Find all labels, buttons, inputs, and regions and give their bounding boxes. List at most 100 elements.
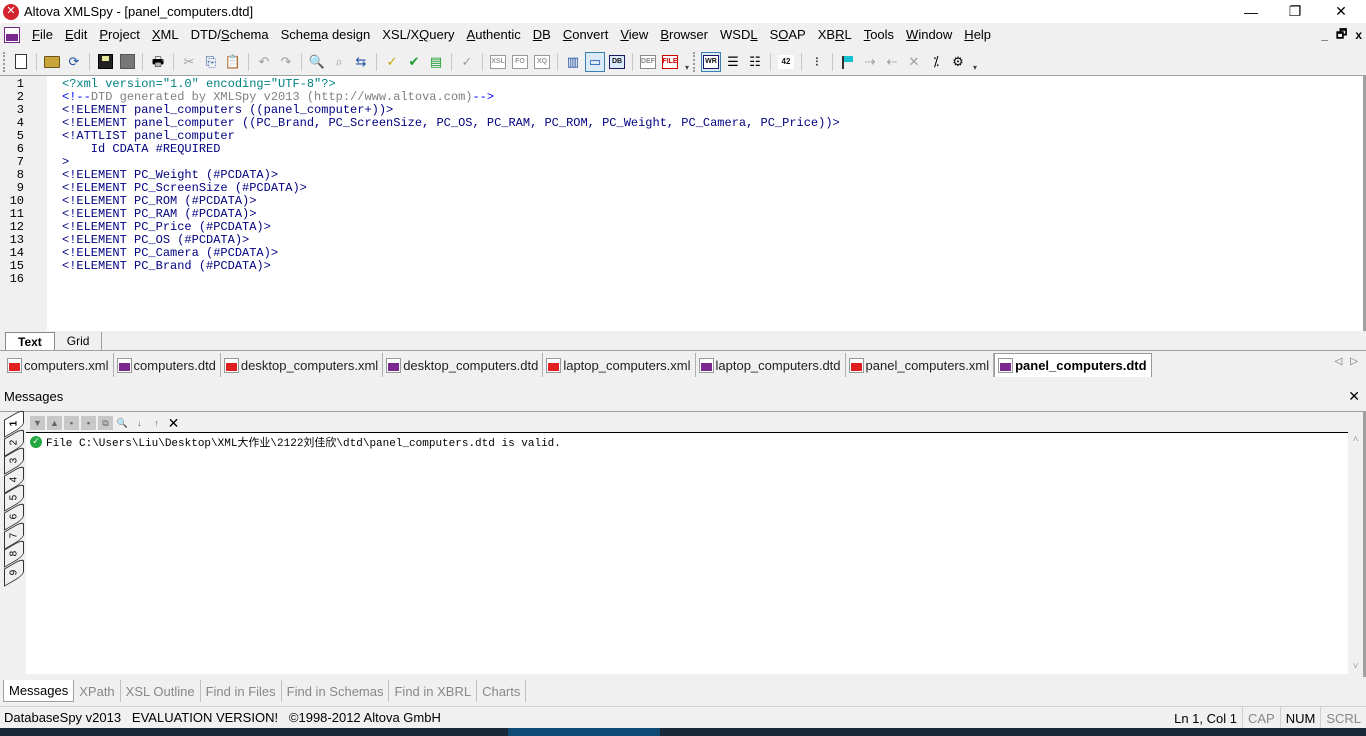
toolbar-grip[interactable] [693,51,696,72]
xquery-button[interactable]: XQ [532,52,552,72]
find-next-message-button[interactable]: ↓ [132,416,147,430]
document-tab[interactable]: desktop_computers.xml [221,353,384,377]
fo-transform-button[interactable]: FO [510,52,530,72]
menu-file[interactable]: File [26,23,59,47]
tab-messages[interactable]: Messages [3,680,75,702]
copy-all-messages-button[interactable]: ▪ [81,416,96,430]
indent-button[interactable]: ☰ [723,52,743,72]
clear-messages-button[interactable]: ✕ [166,415,181,431]
menu-db[interactable]: DB [527,23,557,47]
def-button[interactable]: DEF [638,52,658,72]
menu-convert[interactable]: Convert [557,23,615,47]
tab-grid-view[interactable]: Grid [55,332,103,350]
menu-edit[interactable]: Edit [59,23,93,47]
menu-dtd-schema[interactable]: DTD/Schema [185,23,275,47]
find-in-messages-button[interactable]: 🔍 [115,416,130,430]
messages-close-button[interactable]: ✕ [1348,388,1360,405]
document-tab[interactable]: laptop_computers.dtd [696,353,846,377]
menu-view[interactable]: View [614,23,654,47]
document-tab[interactable]: computers.dtd [114,353,221,377]
output-window-toggle[interactable]: ▭ [585,51,605,72]
tab-find-in-files[interactable]: Find in Files [201,680,282,702]
redo-button[interactable]: ↷ [276,52,296,72]
clear-bookmarks-button[interactable]: ✕ [904,52,924,72]
outdent-button[interactable]: ☷ [745,52,765,72]
tab-xpath[interactable]: XPath [74,680,121,702]
cut-button[interactable]: ✂ [179,52,199,72]
menu-browser[interactable]: Browser [654,23,714,47]
text-view-settings-button[interactable]: ⚙ [948,52,968,72]
mdi-restore-button[interactable]: 🗗 [1336,25,1347,46]
bookmark-margin-toggle[interactable]: ⁝ [807,52,827,72]
find-next-button[interactable]: ⌕ [329,52,349,72]
document-tab[interactable]: desktop_computers.dtd [383,353,544,377]
scroll-up-icon[interactable]: ˄ [1348,432,1363,447]
toolbar-grip[interactable] [3,51,6,72]
copy-with-children-button[interactable]: ⧉ [98,416,113,430]
project-window-toggle[interactable]: ▥ [563,52,583,72]
prev-bookmark-button[interactable]: ⇠ [882,52,902,72]
file-button[interactable]: FILE [660,52,680,72]
replace-button[interactable]: ⇆ [351,52,371,72]
database-window-toggle[interactable]: DB [607,52,627,72]
copy-message-button[interactable]: ▪ [64,416,79,430]
xsl-transform-button[interactable]: XSL [488,52,508,72]
menu-window[interactable]: Window [900,23,958,47]
menu-help[interactable]: Help [958,23,997,47]
taskbar-active-app[interactable] [508,728,660,736]
insert-bookmark-button[interactable] [838,52,858,72]
spellcheck-button[interactable]: ✓ [457,52,477,72]
open-button[interactable] [42,52,62,72]
menu-xml[interactable]: XML [146,23,185,47]
prev-message-button[interactable]: ▲ [47,416,62,430]
word-wrap-toggle[interactable]: WR [701,51,721,72]
reload-button[interactable]: ⟳ [64,52,84,72]
generate-dtd-button[interactable]: ▤ [426,52,446,72]
document-tab[interactable]: panel_computers.xml [846,353,995,377]
next-message-button[interactable]: ▼ [30,416,45,430]
undo-button[interactable]: ↶ [254,52,274,72]
document-tab[interactable]: panel_computers.dtd [994,353,1152,377]
paste-button[interactable]: 📋 [223,52,243,72]
messages-scrollbar[interactable]: ˄ ˅ [1348,432,1363,674]
tab-scroll-right-button[interactable]: ▷ [1350,356,1358,367]
menu-xbrl[interactable]: XBRL [812,23,858,47]
tab-find-in-xbrl[interactable]: Find in XBRL [389,680,478,702]
menu-wsdl[interactable]: WSDL [714,23,764,47]
menu-xsl-xquery[interactable]: XSL/XQuery [376,23,460,47]
tab-find-in-schemas[interactable]: Find in Schemas [282,680,390,702]
tab-xsl-outline[interactable]: XSL Outline [121,680,201,702]
save-button[interactable] [95,52,115,72]
line-numbers-toggle[interactable]: 42 [776,52,796,72]
find-prev-message-button[interactable]: ↑ [149,416,164,430]
save-all-button[interactable] [117,52,137,72]
menu-soap[interactable]: SOAP [764,23,812,47]
check-well-formed-button[interactable]: ✓ [382,52,402,72]
restore-button[interactable]: ❐ [1272,0,1318,23]
minimize-button[interactable]: — [1228,0,1274,23]
validate-button[interactable]: ✔ [404,52,424,72]
menu-project[interactable]: Project [93,23,145,47]
tab-text-view[interactable]: Text [5,332,55,350]
print-button[interactable]: 🖶 [148,52,168,72]
tab-scroll-left-button[interactable]: ◁ [1335,356,1343,367]
close-button[interactable]: ✕ [1318,0,1364,23]
text-editor[interactable]: 1 2 3 4 5 6 7 8 9 10 11 12 13 14 15 16 <?xml version="1… [0,75,1366,331]
scroll-down-icon[interactable]: ˅ [1348,659,1363,674]
toolbar-overflow-button[interactable]: ▾ [683,52,691,72]
find-button[interactable]: 🔍 [307,52,327,72]
menu-tools[interactable]: Tools [858,23,900,47]
next-bookmark-button[interactable]: ⇢ [860,52,880,72]
menu-schema-design[interactable]: Schema design [275,23,377,47]
document-tab[interactable]: laptop_computers.xml [543,353,696,377]
mdi-close-button[interactable]: x [1355,28,1362,42]
document-tab[interactable]: computers.xml [4,353,114,377]
copy-button[interactable]: ⎘ [201,52,221,72]
toolbar-overflow-button[interactable]: ▾ [971,52,979,72]
new-file-button[interactable] [11,52,31,72]
folding-button[interactable]: ⁒ [926,52,946,72]
dtd-document-icon[interactable] [4,27,20,43]
tab-charts[interactable]: Charts [477,680,527,702]
validation-message[interactable]: ✓ File C:\Users\Liu\Desktop\XML大作业\2122刘… [30,434,561,450]
menu-authentic[interactable]: Authentic [461,23,527,47]
